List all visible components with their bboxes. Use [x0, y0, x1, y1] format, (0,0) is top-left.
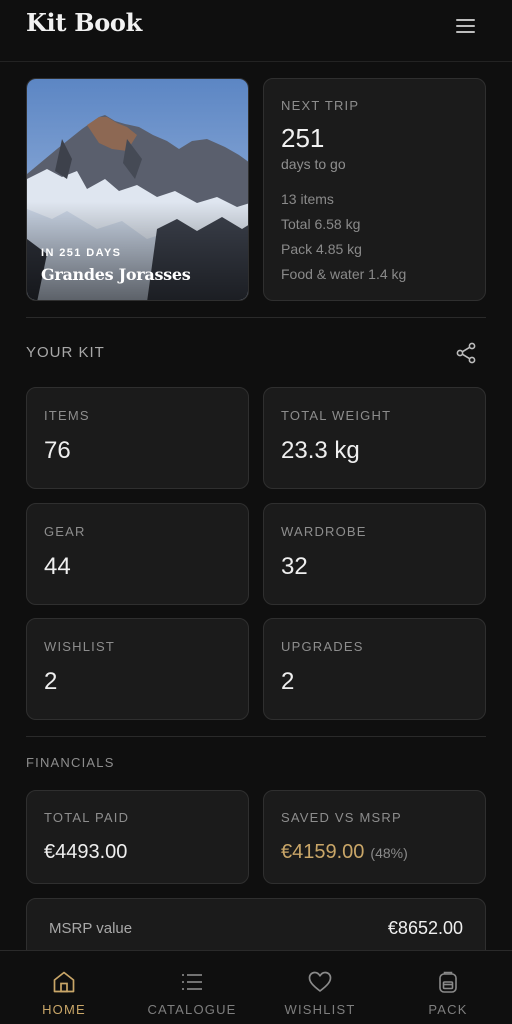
saved-percent: (48%)	[370, 845, 408, 861]
total-paid-value: €4493.00	[44, 841, 128, 863]
trip-days-sub: days to go	[281, 156, 346, 172]
trip-pack-weight: Pack 4.85 kg	[281, 241, 362, 257]
nav-home-label: HOME	[42, 1002, 86, 1017]
menu-button[interactable]	[454, 16, 478, 36]
nav-wishlist-label: WISHLIST	[284, 1002, 356, 1017]
app-header: Kit Book	[0, 0, 512, 62]
stat-value: 44	[44, 553, 71, 580]
stat-card-upgrades[interactable]: UPGRADES 2	[263, 618, 486, 720]
saved-value: €4159.00	[281, 841, 365, 863]
stat-card-items[interactable]: ITEMS 76	[26, 387, 249, 489]
your-kit-title: YOUR KIT	[26, 344, 105, 361]
stat-card-wishlist[interactable]: WISHLIST 2	[26, 618, 249, 720]
stat-card-wardrobe[interactable]: WARDROBE 32	[263, 503, 486, 605]
hero-destination: Grandes Jorasses	[41, 265, 191, 284]
stat-value: 23.3 kg	[281, 437, 360, 464]
stat-label: ITEMS	[44, 408, 90, 423]
nav-catalogue[interactable]: CATALOGUE	[128, 951, 256, 1024]
total-paid-label: TOTAL PAID	[44, 810, 130, 825]
saved-value-row: €4159.00 (48%)	[281, 841, 408, 864]
stat-label: UPGRADES	[281, 639, 364, 654]
divider	[26, 317, 486, 318]
stat-card-total-weight[interactable]: TOTAL WEIGHT 23.3 kg	[263, 387, 486, 489]
total-paid-card: TOTAL PAID €4493.00	[26, 790, 249, 884]
nav-pack-label: PACK	[428, 1002, 468, 1017]
trip-total-weight: Total 6.58 kg	[281, 216, 361, 232]
app-title: Kit Book	[26, 8, 142, 37]
nav-home[interactable]: HOME	[0, 951, 128, 1024]
nav-wishlist[interactable]: WISHLIST	[256, 951, 384, 1024]
share-button[interactable]	[454, 341, 478, 365]
backpack-icon	[439, 971, 457, 993]
msrp-value: €8652.00	[387, 918, 463, 938]
saved-label: SAVED VS MSRP	[281, 810, 402, 825]
financials-title: FINANCIALS	[26, 755, 115, 770]
trip-items: 13 items	[281, 191, 334, 207]
bottom-nav: HOME CATALOGUE WISHLIST PACK	[0, 950, 512, 1024]
stat-card-gear[interactable]: GEAR 44	[26, 503, 249, 605]
msrp-label: MSRP value	[49, 920, 133, 937]
next-trip-card[interactable]: NEXT TRIP 251 days to go 13 items Total …	[263, 78, 486, 301]
nav-pack[interactable]: PACK	[384, 951, 512, 1024]
trip-days-count: 251	[281, 123, 325, 153]
share-icon	[456, 342, 476, 364]
nav-catalogue-label: CATALOGUE	[147, 1002, 237, 1017]
saved-card: SAVED VS MSRP €4159.00 (48%)	[263, 790, 486, 884]
stat-label: WARDROBE	[281, 524, 367, 539]
menu-icon	[456, 19, 475, 21]
home-icon	[53, 971, 75, 993]
stat-label: GEAR	[44, 524, 86, 539]
list-icon	[182, 974, 202, 990]
stat-value: 2	[44, 668, 58, 695]
trip-hero-card[interactable]: IN 251 DAYS Grandes Jorasses	[26, 78, 249, 301]
heart-icon	[308, 971, 332, 992]
stat-value: 2	[281, 668, 295, 695]
stat-label: WISHLIST	[44, 639, 115, 654]
hero-days-label: IN 251 DAYS	[41, 247, 122, 259]
stat-label: TOTAL WEIGHT	[281, 408, 392, 423]
next-trip-label: NEXT TRIP	[281, 98, 360, 113]
stat-value: 32	[281, 553, 308, 580]
trip-food-water: Food & water 1.4 kg	[281, 266, 407, 282]
stat-value: 76	[44, 437, 71, 464]
divider	[26, 736, 486, 737]
